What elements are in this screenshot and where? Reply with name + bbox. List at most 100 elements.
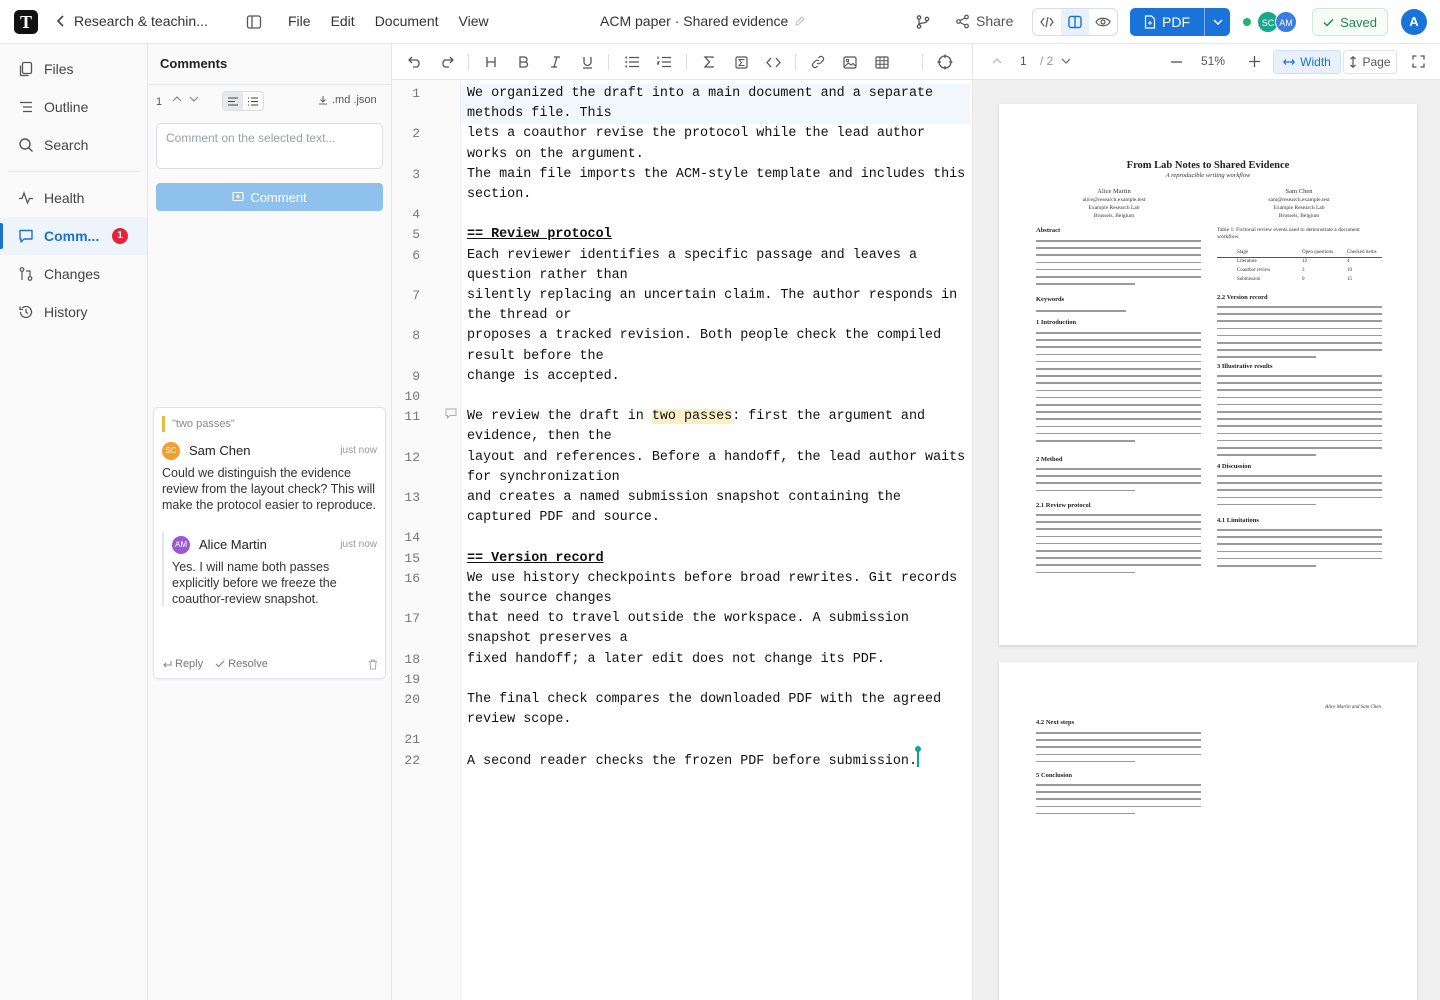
zoom-out-icon[interactable]	[1171, 61, 1182, 63]
bullet-list-icon[interactable]	[622, 52, 642, 72]
code-line[interactable]: layout and references. Before a handoff,…	[467, 448, 965, 488]
code-line[interactable]: We organized the draft into a main docum…	[467, 84, 933, 124]
line-number: 18	[404, 651, 420, 667]
user-avatar[interactable]: A	[1401, 9, 1427, 35]
pdf-preview[interactable]: From Lab Notes to Shared Evidence A repr…	[972, 80, 1440, 1000]
underline-icon[interactable]	[577, 52, 597, 72]
sidebar-toggle-icon[interactable]	[244, 12, 264, 32]
nav-item-label: Files	[44, 61, 74, 77]
delete-thread-icon[interactable]	[368, 659, 378, 670]
code-line[interactable]: and creates a named submission snapshot …	[467, 488, 901, 528]
code-line[interactable]: lets a coauthor revise the protocol whil…	[467, 124, 925, 164]
numbered-list-icon[interactable]	[654, 52, 674, 72]
nav-item-files[interactable]: Files	[0, 50, 147, 88]
code-line[interactable]: == Version record	[467, 549, 604, 569]
author-name: Sam Chen	[1285, 188, 1313, 195]
split-view-icon[interactable]	[1061, 9, 1089, 35]
bold-icon[interactable]	[513, 52, 533, 72]
sigma-icon[interactable]	[699, 52, 719, 72]
code-editor[interactable]: 1 We organized the draft into a main docu…	[392, 80, 970, 1000]
code-line[interactable]: A second reader checks the frozen PDF be…	[467, 745, 921, 772]
pdf-text-line	[1036, 514, 1201, 516]
pdf-text-line	[1036, 564, 1201, 566]
code-line[interactable]: proposes a tracked revision. Both people…	[467, 326, 941, 366]
chevron-down-icon[interactable]	[1061, 58, 1071, 64]
reply-button[interactable]: Reply	[162, 658, 203, 670]
pdf-file-icon	[1144, 15, 1156, 29]
avatar[interactable]: AM	[1275, 11, 1297, 33]
nav-item-history[interactable]: History	[0, 293, 147, 331]
crosshair-icon[interactable]	[935, 52, 955, 72]
reply-icon	[162, 660, 172, 669]
fit-page-button[interactable]: Page	[1343, 50, 1397, 74]
comment-thread[interactable]: "two passes" SC Sam Chen just now Could …	[153, 407, 386, 679]
code-line[interactable]: We review the draft in two passes: first…	[467, 407, 925, 447]
pdf-text-line	[1036, 339, 1201, 341]
pdf-text-line	[1036, 732, 1201, 734]
pdf-dropdown-button[interactable]	[1205, 19, 1230, 25]
comment-input[interactable]: Comment on the selected text...	[156, 123, 383, 169]
heading-icon[interactable]	[481, 52, 501, 72]
pdf-text-line	[1217, 475, 1382, 477]
comment-submit-button[interactable]: Comment	[156, 183, 383, 211]
fullscreen-icon[interactable]	[1412, 55, 1425, 68]
list-icon[interactable]	[243, 92, 263, 110]
comment-count-badge: 1	[112, 228, 128, 244]
table-cell: 12	[1302, 259, 1307, 264]
menu-file[interactable]: File	[288, 13, 311, 29]
app-logo[interactable]: T	[14, 10, 38, 34]
code-line[interactable]: silently replacing an uncertain claim. T…	[467, 286, 957, 326]
code-line[interactable]: The main file imports the ACM-style temp…	[467, 165, 965, 205]
fit-width-button[interactable]: Width	[1273, 50, 1341, 74]
pdf-text-line	[1217, 342, 1382, 344]
page-number-input[interactable]: 1	[1020, 54, 1027, 68]
pdf-text-line	[1036, 240, 1201, 242]
italic-icon[interactable]	[545, 52, 565, 72]
table-caption: Table 1: Fictional review events used to…	[1217, 227, 1360, 240]
math-block-icon[interactable]	[731, 52, 751, 72]
redo-icon[interactable]	[437, 52, 457, 72]
table-icon[interactable]	[872, 52, 892, 72]
export-comments-button[interactable]: .md .json	[318, 94, 377, 106]
preview-eye-icon[interactable]	[1089, 9, 1117, 35]
undo-icon[interactable]	[405, 52, 425, 72]
previous-page-icon[interactable]	[992, 58, 1002, 64]
zoom-in-icon[interactable]	[1249, 56, 1260, 67]
code-line[interactable]: change is accepted.	[467, 367, 620, 387]
nav-item-search[interactable]: Search	[0, 126, 147, 164]
code-line[interactable]: fixed handoff; a later edit does not cha…	[467, 650, 885, 670]
menu-view[interactable]: View	[459, 13, 489, 29]
code-line[interactable]: The final check compares the downloaded …	[467, 690, 941, 730]
align-left-icon[interactable]	[223, 92, 243, 110]
pdf-text-line	[1217, 334, 1382, 337]
pdf-button[interactable]: PDF	[1130, 8, 1205, 36]
nav-item-outline[interactable]: Outline	[0, 88, 147, 126]
pdf-text-line	[1036, 475, 1201, 477]
pdf-text-line	[1217, 536, 1382, 538]
menu-edit[interactable]: Edit	[331, 13, 355, 29]
chevron-down-icon[interactable]	[189, 96, 199, 102]
code-line[interactable]: that need to travel outside the workspac…	[467, 609, 909, 649]
nav-item-health[interactable]: Health	[0, 179, 147, 217]
code-icon[interactable]	[763, 52, 783, 72]
code-line[interactable]: == Review protocol	[467, 225, 612, 245]
git-branch-icon[interactable]	[913, 12, 933, 32]
code-text: We use history checkpoints before broad …	[467, 570, 958, 606]
document-title[interactable]: ACM paper · Shared evidence	[600, 13, 806, 29]
nav-item-comments[interactable]: Comm... 1	[0, 217, 147, 255]
nav-item-changes[interactable]: Changes	[0, 255, 147, 293]
share-button[interactable]: Share	[955, 13, 1013, 29]
chevron-up-icon[interactable]	[172, 96, 182, 102]
code-line[interactable]: We use history checkpoints before broad …	[467, 569, 957, 609]
comment-marker-icon[interactable]	[445, 408, 457, 419]
comment-button-label: Comment	[250, 189, 307, 205]
line-number: 1	[412, 86, 420, 101]
project-back-link[interactable]: Research & teachin...	[56, 13, 224, 29]
zoom-level[interactable]: 51%	[1201, 54, 1225, 68]
link-icon[interactable]	[808, 52, 828, 72]
code-line[interactable]: Each reviewer identifies a specific pass…	[467, 246, 917, 286]
code-view-icon[interactable]	[1033, 9, 1061, 35]
image-icon[interactable]	[840, 52, 860, 72]
resolve-button[interactable]: Resolve	[215, 658, 268, 670]
menu-document[interactable]: Document	[375, 13, 439, 29]
